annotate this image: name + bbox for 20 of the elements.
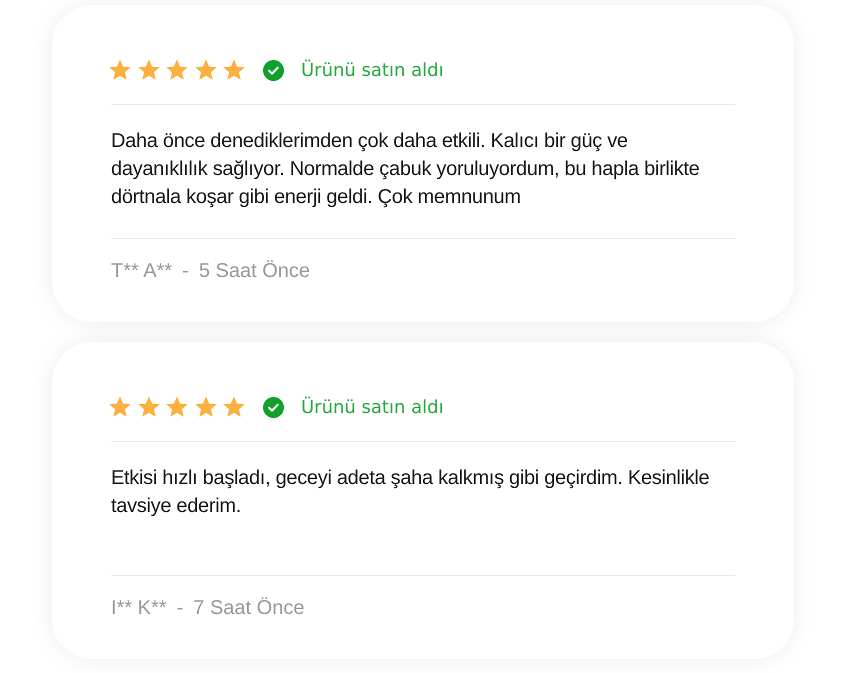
review-author: T** A** [111, 259, 172, 284]
star-icon [136, 58, 160, 82]
review-text: Etkisi hızlı başladı, geceyi adeta şaha kalkmış gibi geçirdim. Kesinlikle tavsiye ederim. [111, 466, 710, 519]
separator-text: - [176, 596, 184, 621]
review-time: 5 Saat Önce [198, 259, 310, 284]
star-icon [165, 395, 189, 419]
star-icon [108, 58, 132, 82]
separator-text: - [182, 259, 189, 284]
review-author: I** K** [111, 596, 167, 621]
review-time: 7 Saat Önce [193, 596, 304, 621]
star-icon [108, 395, 132, 419]
star-icon [165, 58, 189, 82]
verified-purchase-label: Ürünü satın aldı [301, 396, 444, 420]
star-icon [222, 395, 246, 419]
star-icon [136, 395, 160, 419]
star-icon [222, 58, 246, 82]
star-icon [194, 58, 218, 82]
star-icon [194, 395, 218, 419]
verified-purchase-label: Ürünü satın aldı [301, 58, 444, 82]
review-text: Daha önce denediklerimden çok daha etkili. Kalıcı bir güç ve dayanıklılık sağlıyor. Normalde çabuk yoruluyordum, bu hapla birlikte dörtnala koşar gibi enerji geldi. Çok memnunum [111, 129, 700, 210]
